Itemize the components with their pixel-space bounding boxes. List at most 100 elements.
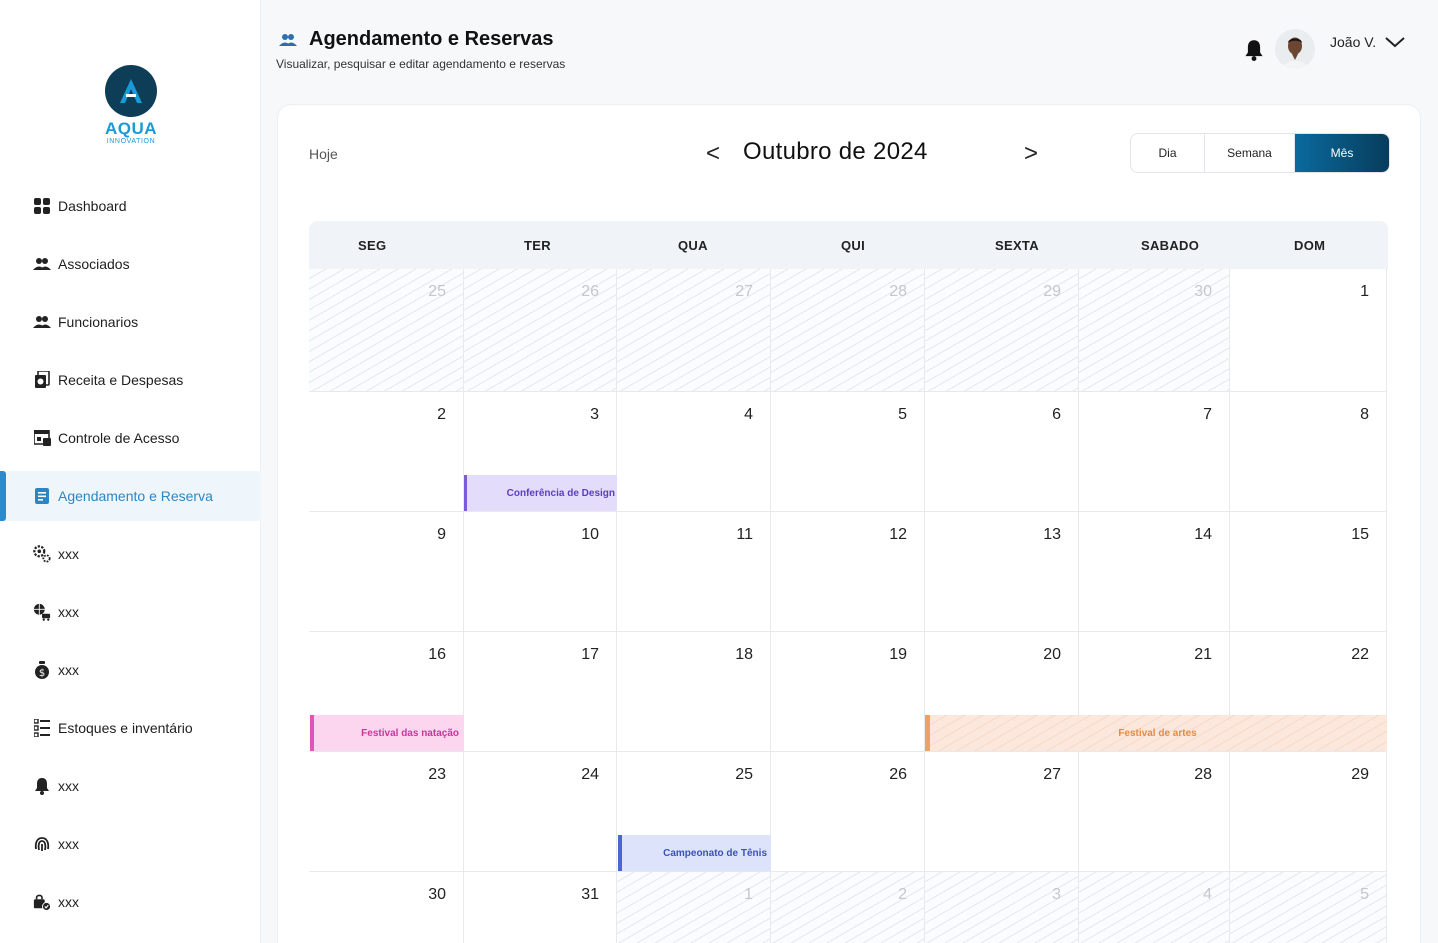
calendar-day[interactable]: 28 [1079,752,1230,872]
calendar-day[interactable]: 23 [309,752,464,872]
lock-check-icon [33,893,51,911]
logo: AQUA INNOVATION [103,65,159,146]
sidebar-item-label: xxx [58,894,79,910]
calendar-day-outside[interactable]: 28 [771,269,925,392]
day-number: 23 [428,766,446,783]
sidebar-item-estoques[interactable]: Estoques e inventário [0,699,261,757]
fingerprint-icon [33,835,51,853]
prev-month-button[interactable]: < [706,140,720,168]
day-number: 6 [1052,406,1061,423]
today-button[interactable]: Hoje [309,146,338,162]
sidebar-item-xxx-4[interactable]: xxx [0,757,261,815]
sidebar-item-agendamento-reserva[interactable]: Agendamento e Reserva [0,471,261,521]
logo-mark [105,65,157,117]
sidebar-item-xxx-2[interactable]: xxx [0,583,261,641]
list-icon [33,719,51,737]
calendar-day[interactable]: 6 [925,392,1079,512]
calendar-day[interactable]: 19 [771,632,925,752]
weekday-label: QUA [678,238,708,253]
sidebar-item-xxx-3[interactable]: $ xxx [0,641,261,699]
sidebar-item-xxx-6[interactable]: xxx [0,873,261,931]
calendar-day-outside[interactable]: 26 [464,269,617,392]
calendar-day[interactable]: 2 [309,392,464,512]
calendar-day[interactable]: 13 [925,512,1079,632]
sidebar-item-xxx-5[interactable]: xxx [0,815,261,873]
calendar-day[interactable]: 17 [464,632,617,752]
user-name[interactable]: João V. [1330,34,1376,50]
calendar-day-outside[interactable]: 4 [1079,872,1230,943]
day-number: 9 [437,526,446,543]
day-number: 2 [898,886,907,903]
users-icon [33,313,51,331]
calendar-day[interactable]: 29 [1230,752,1387,872]
day-number: 11 [736,526,753,543]
next-month-button[interactable]: > [1024,140,1038,168]
sidebar-item-controle-acesso[interactable]: Controle de Acesso [0,409,261,467]
day-number: 3 [1052,886,1061,903]
sidebar-item-receita-despesas[interactable]: Receita e Despesas [0,351,261,409]
sidebar-item-label: Receita e Despesas [58,372,184,388]
calendar-day-outside[interactable]: 2 [771,872,925,943]
view-day-button[interactable]: Dia [1131,134,1205,172]
notification-bell-icon[interactable] [1244,39,1264,61]
sidebar-item-label: Dashboard [58,198,127,214]
calendar-day[interactable]: 24 [464,752,617,872]
calendar-day[interactable]: 30 [309,872,464,943]
day-number: 5 [1360,886,1369,903]
users-icon [278,30,300,50]
calendar-day-outside[interactable]: 30 [1079,269,1230,392]
calendar-day-outside[interactable]: 3 [925,872,1079,943]
calendar-day[interactable]: 7 [1079,392,1230,512]
day-number: 17 [581,646,599,663]
day-number: 27 [735,283,753,300]
calendar-day[interactable]: 10 [464,512,617,632]
calendar-day[interactable]: 1 [1230,269,1387,392]
calendar-day[interactable]: 9 [309,512,464,632]
sidebar-item-label: Controle de Acesso [58,430,180,446]
calendar-day-outside[interactable]: 1 [617,872,771,943]
day-number: 5 [898,406,907,423]
day-number: 7 [1203,406,1212,423]
calendar-day[interactable]: 31 [464,872,617,943]
sidebar-item-label: Funcionarios [58,314,139,330]
day-number: 21 [1194,646,1212,663]
calendar-day-outside[interactable]: 27 [617,269,771,392]
calendar-grid: 25 26 27 28 29 30 1 2 3 4 5 6 7 8 9 10 11 12 13 14 15 16 17 18 1… [309,269,1388,943]
sidebar-item-xxx-1[interactable]: xxx [0,525,261,583]
day-number: 1 [1360,283,1369,300]
calendar-day-outside[interactable]: 29 [925,269,1079,392]
day-number: 20 [1043,646,1061,663]
calendar-event[interactable]: Campeonato de Tênis [618,835,771,871]
page-subtitle: Visualizar, pesquisar e editar agendamen… [276,57,566,71]
calendar-day[interactable]: 5 [771,392,925,512]
sidebar-item-funcionarios[interactable]: Funcionarios [0,293,261,351]
calendar-day[interactable]: 18 [617,632,771,752]
day-number: 14 [1194,526,1212,543]
calendar-day[interactable]: 26 [771,752,925,872]
view-week-button[interactable]: Semana [1205,134,1295,172]
calendar-day[interactable]: 12 [771,512,925,632]
calendar-day[interactable]: 14 [1079,512,1230,632]
sidebar-item-dashboard[interactable]: Dashboard [0,177,261,235]
calendar-day[interactable]: 27 [925,752,1079,872]
calendar-day[interactable]: 15 [1230,512,1387,632]
calendar-day[interactable]: 8 [1230,392,1387,512]
calendar-event[interactable]: Festival das natação [310,715,464,751]
calendar-day[interactable]: 11 [617,512,771,632]
calendar-event[interactable]: Conferência de Design [464,475,617,511]
weekday-label: DOM [1294,238,1326,253]
chevron-down-icon[interactable] [1384,34,1406,50]
day-number: 28 [889,283,907,300]
calendar-day[interactable]: 4 [617,392,771,512]
sidebar-item-label: xxx [58,662,79,678]
calendar-day-outside[interactable]: 5 [1230,872,1387,943]
avatar[interactable] [1275,29,1315,69]
day-number: 18 [735,646,753,663]
day-number: 24 [581,766,599,783]
weekday-header: SEG TER QUA QUI SEXTA SABADO DOM [309,221,1388,269]
calendar-event[interactable]: Festival de artes [925,715,1387,751]
sidebar-item-associados[interactable]: Associados [0,235,261,293]
day-number: 29 [1043,283,1061,300]
view-month-button[interactable]: Mês [1295,134,1389,172]
calendar-day-outside[interactable]: 25 [309,269,464,392]
